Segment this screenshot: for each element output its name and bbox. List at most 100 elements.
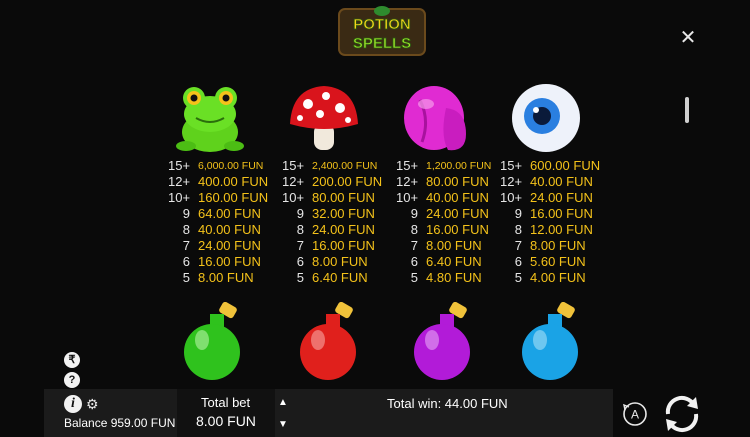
paytable-mushroom: 15+ 2,400.00 FUN 12+ 200.00 FUN 10+ 80.00 FUN… [282, 158, 400, 286]
paytable-row: 9 64.00 FUN [168, 206, 286, 222]
paytable-row: 5 4.80 FUN [396, 270, 514, 286]
payout-value: 16.00 FUN [426, 222, 489, 237]
close-icon[interactable]: ✕ [678, 28, 698, 48]
paytable-row: 9 24.00 FUN [396, 206, 514, 222]
payout-value: 8.00 FUN [426, 238, 482, 253]
payout-value: 12.00 FUN [530, 222, 593, 237]
payout-value: 40.00 FUN [530, 174, 593, 189]
payout-value: 6.40 FUN [312, 270, 368, 285]
red-potion [300, 302, 356, 380]
symbol-count: 8 [514, 222, 522, 237]
symbol-count: 9 [182, 206, 190, 221]
payout-value: 8.00 FUN [198, 270, 254, 285]
symbol-count: 7 [182, 238, 190, 253]
symbol-count: 15+ [282, 158, 305, 173]
symbol-count: 9 [514, 206, 522, 221]
autoplay-label: A [631, 408, 639, 422]
logo-line-2: SPELLS [353, 35, 411, 52]
logo-line-1: POTION [353, 16, 411, 33]
paytable-row: 5 4.00 FUN [500, 270, 618, 286]
payout-value: 16.00 FUN [530, 206, 593, 221]
payout-value: 400.00 FUN [198, 174, 269, 189]
autoplay-button[interactable]: A [622, 401, 648, 427]
total-bet-value: 8.00 FUN [196, 413, 256, 429]
symbol-count: 12+ [396, 174, 419, 189]
paytable-row: 7 16.00 FUN [282, 238, 400, 254]
payout-value: 32.00 FUN [312, 206, 375, 221]
symbol-count: 5 [410, 270, 418, 285]
symbol-count: 7 [410, 238, 418, 253]
symbol-count: 12+ [500, 174, 523, 189]
paytable-row: 6 5.60 FUN [500, 254, 618, 270]
payout-value: 80.00 FUN [426, 174, 489, 189]
currency-icon[interactable]: ₹ [64, 352, 80, 368]
total-win-text: Total win: 44.00 FUN [387, 396, 508, 411]
symbol-count: 12+ [282, 174, 305, 189]
payout-value: 200.00 FUN [312, 174, 383, 189]
paytable-row: 8 24.00 FUN [282, 222, 400, 238]
paytable-row: 12+ 40.00 FUN [500, 174, 618, 190]
mushroom-symbol [290, 86, 358, 150]
green-potion [184, 302, 240, 380]
info-icon[interactable]: i [64, 395, 82, 413]
paytable-row: 12+ 80.00 FUN [396, 174, 514, 190]
payout-value: 24.00 FUN [198, 238, 261, 253]
paytable-row: 7 8.00 FUN [500, 238, 618, 254]
payout-value: 6.40 FUN [426, 254, 482, 269]
paytable-row: 8 16.00 FUN [396, 222, 514, 238]
paytable-row: 12+ 400.00 FUN [168, 174, 286, 190]
symbol-count: 7 [514, 238, 522, 253]
symbol-count: 6 [296, 254, 304, 269]
paytable-row: 10+ 40.00 FUN [396, 190, 514, 206]
payout-value: 16.00 FUN [312, 238, 375, 253]
symbol-count: 6 [182, 254, 190, 269]
bet-decrease-icon[interactable]: ▼ [278, 419, 288, 430]
symbol-count: 8 [410, 222, 418, 237]
symbol-count: 10+ [500, 190, 523, 205]
potion-spells-logo: POTION SPELLS [338, 6, 426, 56]
payout-value: 4.80 FUN [426, 270, 482, 285]
payout-value: 160.00 FUN [198, 190, 269, 205]
paytable-row: 15+ 6,000.00 FUN [168, 158, 286, 174]
payout-value: 4.00 FUN [530, 270, 586, 285]
paytable-row: 6 6.40 FUN [396, 254, 514, 270]
payout-value: 40.00 FUN [426, 190, 489, 205]
symbol-count: 12+ [168, 174, 191, 189]
paytable-row: 7 8.00 FUN [396, 238, 514, 254]
symbol-count: 8 [182, 222, 190, 237]
paytable-row: 5 8.00 FUN [168, 270, 286, 286]
blue-potion [522, 302, 578, 380]
payout-value: 600.00 FUN [530, 158, 601, 173]
payout-value: 5.60 FUN [530, 254, 586, 269]
symbol-count: 10+ [282, 190, 305, 205]
paytable-pink-tongue: 15+ 1,200.00 FUN 12+ 80.00 FUN 10+ 40.00 FUN 9… [396, 158, 514, 286]
symbol-count: 8 [296, 222, 304, 237]
symbol-count: 10+ [168, 190, 191, 205]
paytable-row: 15+ 600.00 FUN [500, 158, 618, 174]
bet-increase-icon[interactable]: ▲ [278, 397, 288, 408]
pink-tongue-symbol [404, 86, 466, 151]
paytable-row: 6 16.00 FUN [168, 254, 286, 270]
symbol-count: 9 [296, 206, 304, 221]
symbol-count: 9 [410, 206, 418, 221]
paytable-row: 9 16.00 FUN [500, 206, 618, 222]
payout-value: 8.00 FUN [312, 254, 368, 269]
paytable-row: 15+ 1,200.00 FUN [396, 158, 514, 174]
paytable-frog: 15+ 6,000.00 FUN 12+ 400.00 FUN 10+ 160.00 FU… [168, 158, 286, 286]
help-icon[interactable]: ? [64, 372, 80, 388]
balance-text: Balance 959.00 FUN [64, 416, 176, 430]
symbol-count: 6 [514, 254, 522, 269]
payout-value: 2,400.00 FUN [312, 160, 378, 172]
payout-value: 24.00 FUN [312, 222, 375, 237]
scrollbar[interactable] [685, 97, 689, 123]
symbol-count: 6 [410, 254, 418, 269]
paytable-row: 6 8.00 FUN [282, 254, 400, 270]
paytable-row: 10+ 80.00 FUN [282, 190, 400, 206]
symbol-count: 10+ [396, 190, 419, 205]
spin-button[interactable] [660, 393, 704, 435]
payout-value: 24.00 FUN [530, 190, 593, 205]
paytable-row: 9 32.00 FUN [282, 206, 400, 222]
payout-value: 24.00 FUN [426, 206, 489, 221]
payout-value: 80.00 FUN [312, 190, 375, 205]
gear-icon[interactable]: ⚙ [86, 395, 99, 413]
